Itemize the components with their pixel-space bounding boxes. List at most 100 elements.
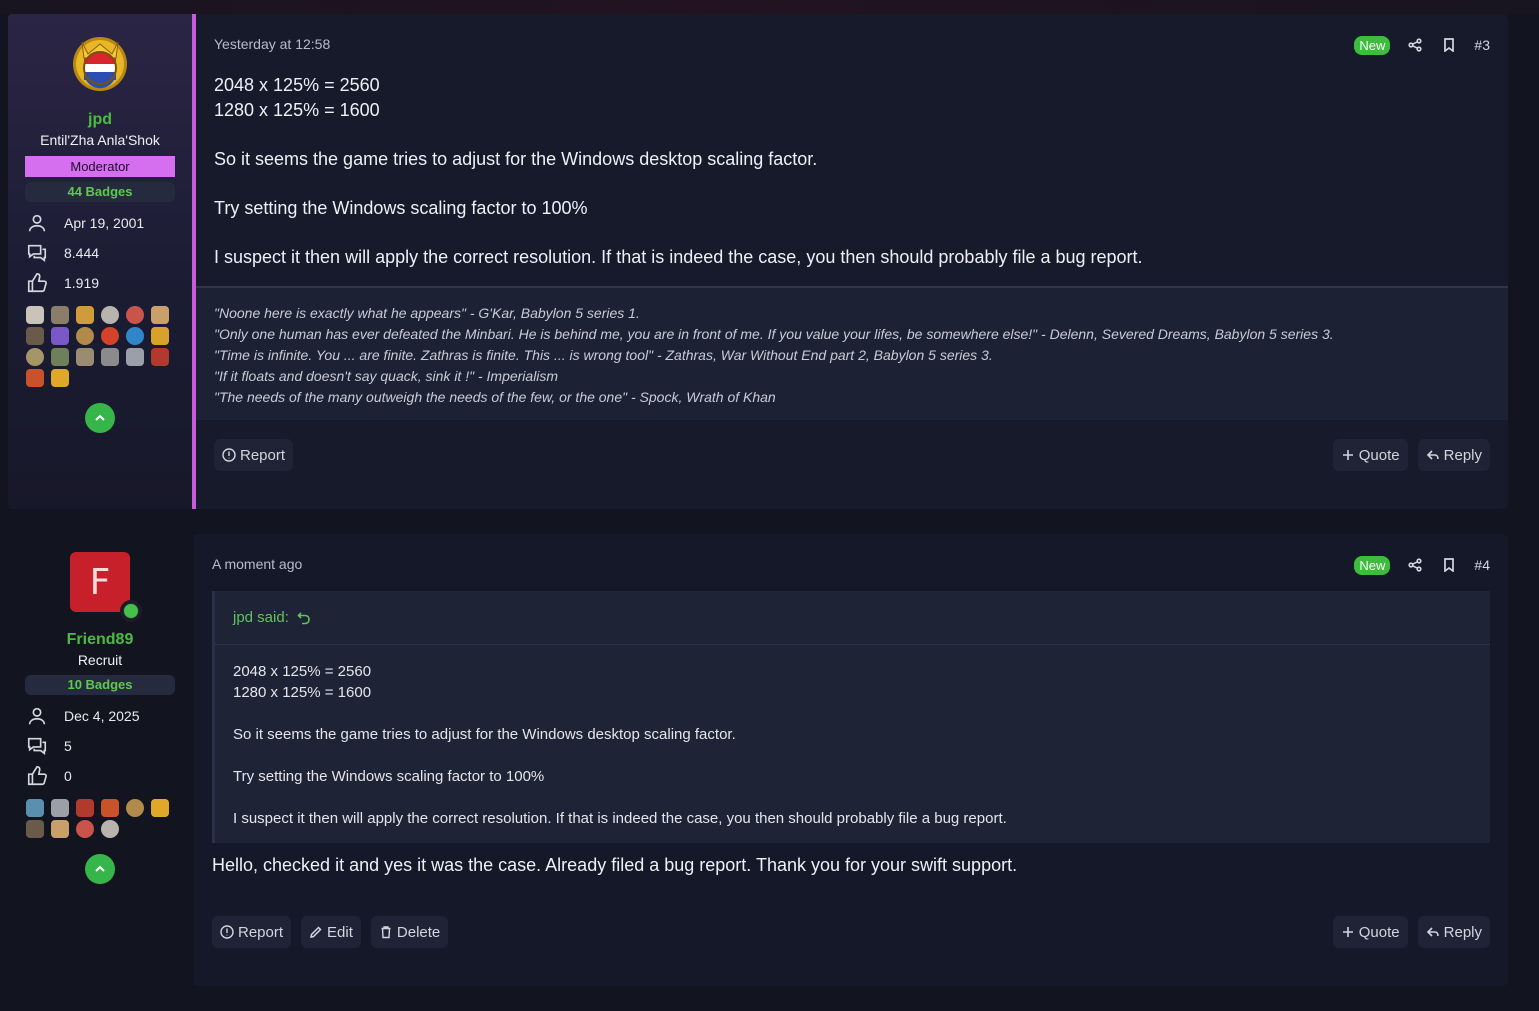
body-line: So it seems the game tries to adjust for… — [214, 149, 818, 169]
user-cell: F Friend89 Recruit 10 Badges Dec 4, 2025… — [8, 534, 192, 986]
user-title: Entil'Zha Anla'Shok — [40, 132, 160, 148]
trophy-icon[interactable] — [51, 799, 69, 817]
report-button[interactable]: Report — [214, 439, 294, 471]
delete-label: Delete — [396, 923, 441, 941]
joined-date: Apr 19, 2001 — [64, 215, 145, 231]
reaction-score: 1.919 — [64, 275, 100, 291]
quote-author[interactable]: jpd said: — [233, 609, 289, 626]
trophy-icon[interactable] — [26, 348, 44, 366]
trophy-icon[interactable] — [101, 348, 119, 366]
badges-link[interactable]: 44 Badges — [25, 182, 175, 202]
trophy-icon[interactable] — [151, 306, 169, 324]
quote-body: 2048 x 125% = 2560 1280 x 125% = 1600 So… — [215, 645, 1490, 845]
trophy-icon[interactable] — [51, 820, 69, 838]
bookmark-button[interactable] — [1440, 556, 1458, 574]
crest-avatar-icon — [73, 37, 127, 91]
trophy-icon[interactable] — [126, 348, 144, 366]
role-banner: Moderator — [25, 156, 175, 177]
quoted-message: jpd said: 2048 x 125% = 2560 1280 x 125%… — [212, 591, 1490, 843]
trophy-icon[interactable] — [51, 327, 69, 345]
reply-label: Reply — [1443, 923, 1482, 941]
username[interactable]: Friend89 — [8, 630, 192, 650]
body-line: Try setting the Windows scaling factor t… — [214, 198, 588, 218]
signature-line: "Noone here is exactly what he appears" … — [214, 305, 640, 321]
quote-button[interactable]: Quote — [1332, 916, 1408, 948]
avatar[interactable] — [8, 32, 192, 102]
plus-icon — [1342, 450, 1353, 460]
username[interactable]: jpd — [8, 110, 192, 130]
reply-arrow-icon — [1426, 450, 1439, 460]
plus-icon — [1342, 927, 1353, 937]
badges-link[interactable]: 10 Badges — [25, 675, 175, 695]
edit-icon — [310, 926, 322, 938]
signature-line: "Only one human has ever defeated the Mi… — [214, 326, 1334, 342]
trophy-icon[interactable] — [26, 369, 44, 387]
trophy-icon[interactable] — [76, 327, 94, 345]
trophy-icon[interactable] — [151, 327, 169, 345]
joined-date: Dec 4, 2025 — [64, 708, 140, 724]
bookmark-button[interactable] — [1440, 36, 1458, 54]
trophy-icon[interactable] — [26, 327, 44, 345]
trophy-icon[interactable] — [151, 348, 169, 366]
trophy-icon[interactable] — [76, 348, 94, 366]
new-badge: New — [1354, 555, 1391, 575]
reply-button[interactable]: Reply — [1417, 439, 1490, 471]
trophy-icon[interactable] — [101, 306, 119, 324]
trophy-icon[interactable] — [76, 820, 94, 838]
message-count: 8.444 — [64, 245, 100, 261]
quote-header: jpd said: — [215, 591, 1490, 645]
trash-icon — [381, 926, 391, 939]
report-button[interactable]: Report — [212, 916, 292, 948]
post-3: jpd Entil'Zha Anla'Shok Moderator 44 Bad… — [0, 14, 1539, 509]
post-number-link[interactable]: #4 — [1474, 557, 1490, 573]
quote-button[interactable]: Quote — [1332, 439, 1408, 471]
post-number-link[interactable]: #3 — [1474, 37, 1490, 53]
post-content: A moment ago New #4 jpd said: 2048 x 125… — [194, 534, 1508, 986]
scroll-up-button[interactable] — [85, 854, 115, 884]
trophy-icon[interactable] — [126, 306, 144, 324]
trophy-grid — [26, 799, 178, 838]
new-badge: New — [1354, 35, 1391, 55]
messages-icon — [27, 244, 47, 262]
scroll-up-button[interactable] — [85, 403, 115, 433]
user-icon — [28, 214, 46, 232]
user-icon — [28, 707, 46, 725]
messages-icon — [27, 737, 47, 755]
quote-jump-icon[interactable] — [297, 611, 311, 625]
trophy-icon[interactable] — [126, 799, 144, 817]
trophy-icon[interactable] — [26, 799, 44, 817]
page-top-strip — [0, 0, 1539, 14]
reply-label: Reply — [1443, 446, 1482, 464]
trophy-icon[interactable] — [101, 327, 119, 345]
delete-button[interactable]: Delete — [370, 916, 449, 948]
joined-stat: Dec 4, 2025 — [26, 701, 192, 731]
trophy-icon[interactable] — [151, 799, 169, 817]
quote-line: 1280 x 125% = 1600 — [233, 684, 372, 701]
trophy-icon[interactable] — [51, 348, 69, 366]
trophy-icon[interactable] — [101, 820, 119, 838]
avatar-letter: F — [89, 561, 111, 603]
edit-button[interactable]: Edit — [301, 916, 361, 948]
trophy-grid — [26, 306, 178, 387]
post-timestamp[interactable]: Yesterday at 12:58 — [214, 36, 330, 52]
chevron-up-icon — [95, 414, 105, 421]
share-button[interactable] — [1406, 556, 1424, 574]
post-timestamp[interactable]: A moment ago — [212, 556, 302, 572]
trophy-icon[interactable] — [51, 306, 69, 324]
share-button[interactable] — [1406, 36, 1424, 54]
trophy-icon[interactable] — [76, 799, 94, 817]
signature: "Noone here is exactly what he appears" … — [196, 286, 1508, 420]
reply-button[interactable]: Reply — [1417, 916, 1490, 948]
trophy-icon[interactable] — [26, 820, 44, 838]
post-header: A moment ago New #4 — [212, 554, 1490, 576]
report-icon — [222, 448, 236, 462]
post-body: 2048 x 125% = 2560 1280 x 125% = 1600 So… — [214, 73, 1490, 270]
avatar[interactable]: F — [8, 552, 192, 622]
trophy-icon[interactable] — [76, 306, 94, 324]
letter-avatar: F — [70, 552, 142, 622]
trophy-icon[interactable] — [51, 369, 69, 387]
trophy-icon[interactable] — [26, 306, 44, 324]
trophy-icon[interactable] — [126, 327, 144, 345]
trophy-icon[interactable] — [101, 799, 119, 817]
report-label: Report — [240, 446, 286, 464]
